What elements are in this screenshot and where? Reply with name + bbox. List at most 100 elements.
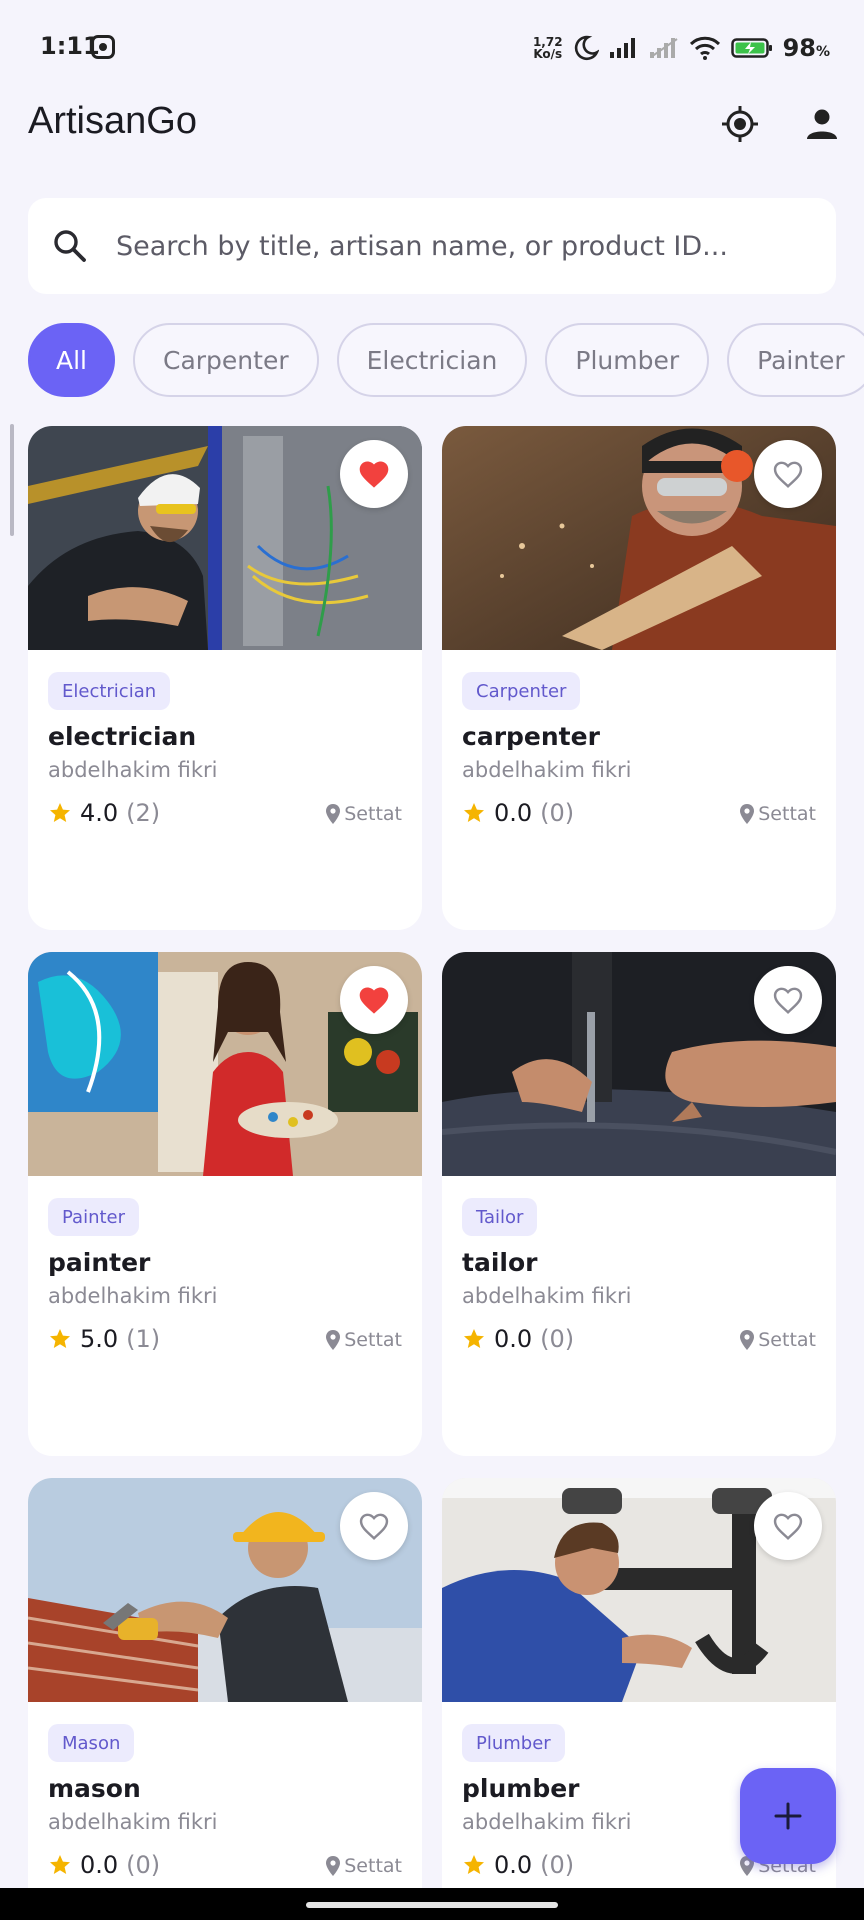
network-speed-unit: Ko/s [533, 47, 563, 61]
screen-record-icon [91, 35, 115, 59]
tailor-photo [442, 952, 836, 1176]
battery-percent: 98% [783, 34, 830, 62]
rating: 0.0 (0) [462, 1848, 574, 1882]
battery-percent-value: 98 [782, 34, 816, 62]
chip-plumber[interactable]: Plumber [545, 323, 710, 397]
plumber-photo [442, 1478, 836, 1702]
star-icon [48, 801, 72, 825]
favorite-button[interactable] [340, 440, 408, 508]
review-count: (0) [540, 1325, 575, 1353]
app-bar: ArtisanGo [0, 96, 864, 172]
search-bar[interactable] [28, 198, 836, 294]
search-input[interactable] [116, 230, 796, 262]
network-speed: 1,72 Ko/s [533, 36, 563, 60]
category-tag: Plumber [462, 1724, 565, 1762]
system-nav-bar [0, 1888, 864, 1920]
chip-electrician[interactable]: Electrician [336, 323, 528, 397]
signal-off-icon [649, 38, 678, 58]
category-tag: Tailor [462, 1198, 538, 1236]
rating: 5.0 (1) [48, 1322, 160, 1356]
location-text: Settat [344, 1329, 402, 1351]
battery-percent-unit: % [815, 44, 830, 60]
rating: 0.0 (0) [462, 1322, 574, 1356]
star-icon [462, 1327, 486, 1351]
rating-value: 0.0 [80, 1851, 119, 1879]
location: Settat [326, 1850, 402, 1882]
rating-value: 0.0 [494, 1325, 533, 1353]
location-pin-icon [326, 1856, 341, 1876]
service-card[interactable]: Mason mason abdelhakim fikri 0.0 (0) Set… [28, 1478, 422, 1920]
heart-outline-icon [773, 987, 803, 1014]
category-tag: Painter [48, 1198, 140, 1236]
favorite-button[interactable] [340, 1492, 408, 1560]
service-card[interactable]: Tailor tailor abdelhakim fikri 0.0 (0) S… [442, 952, 836, 1456]
signal-icon [609, 38, 635, 58]
rating-value: 0.0 [494, 1851, 533, 1879]
service-card[interactable]: Electrician electrician abdelhakim fikri… [28, 426, 422, 930]
heart-outline-icon [773, 461, 803, 488]
heart-filled-icon [359, 461, 389, 488]
scrollbar[interactable] [10, 424, 14, 536]
location: Settat [740, 798, 816, 830]
rating: 0.0 (0) [462, 796, 574, 830]
favorite-button[interactable] [754, 966, 822, 1034]
battery-icon [730, 38, 772, 58]
status-icons: 1,72 Ko/s 98% [533, 30, 830, 66]
search-icon [50, 226, 90, 266]
category-tag: Electrician [48, 672, 171, 710]
artisan-name: abdelhakim fikri [48, 1284, 218, 1308]
location: Settat [326, 798, 402, 830]
service-title: carpenter [462, 722, 600, 751]
category-tag: Mason [48, 1724, 135, 1762]
location-pin-icon [326, 1330, 341, 1350]
chip-all[interactable]: All [28, 323, 115, 397]
rating-value: 4.0 [80, 799, 119, 827]
profile-button[interactable] [794, 96, 850, 152]
category-tag: Carpenter [462, 672, 581, 710]
location-text: Settat [344, 803, 402, 825]
chip-carpenter[interactable]: Carpenter [133, 323, 319, 397]
location-text: Settat [758, 1329, 816, 1351]
service-title: electrician [48, 722, 197, 751]
review-count: (0) [126, 1851, 161, 1879]
category-filter-chips: All Carpenter Electrician Plumber Painte… [28, 323, 864, 399]
rating-value: 0.0 [494, 799, 533, 827]
star-icon [462, 1853, 486, 1877]
service-card[interactable]: Carpenter carpenter abdelhakim fikri 0.0… [442, 426, 836, 930]
favorite-button[interactable] [340, 966, 408, 1034]
artisan-name: abdelhakim fikri [462, 1284, 632, 1308]
moon-icon [574, 35, 599, 61]
mason-photo [28, 1478, 422, 1702]
location-button[interactable] [712, 96, 768, 152]
service-title: plumber [462, 1774, 580, 1803]
favorite-button[interactable] [754, 1492, 822, 1560]
painter-photo [28, 952, 422, 1176]
rating-value: 5.0 [80, 1325, 119, 1353]
add-button[interactable] [740, 1768, 836, 1864]
carpenter-photo [442, 426, 836, 650]
review-count: (0) [540, 799, 575, 827]
star-icon [462, 801, 486, 825]
location: Settat [740, 1324, 816, 1356]
location-text: Settat [758, 803, 816, 825]
location: Settat [326, 1324, 402, 1356]
rating: 4.0 (2) [48, 796, 160, 830]
status-bar: 1:11 1,72 Ko/s 98% [0, 0, 864, 96]
review-count: (0) [540, 1851, 575, 1879]
service-card[interactable]: Painter painter abdelhakim fikri 5.0 (1)… [28, 952, 422, 1456]
star-icon [48, 1327, 72, 1351]
service-title: painter [48, 1248, 151, 1277]
heart-outline-icon [359, 1513, 389, 1540]
chip-painter[interactable]: Painter [727, 323, 864, 397]
heart-filled-icon [359, 987, 389, 1014]
location-pin-icon [326, 804, 341, 824]
favorite-button[interactable] [754, 440, 822, 508]
app-title: ArtisanGo [28, 100, 197, 142]
my-location-icon [722, 106, 758, 142]
wifi-icon [689, 36, 720, 60]
artisan-name: abdelhakim fikri [462, 1810, 632, 1834]
home-gesture-handle[interactable] [306, 1902, 558, 1908]
location-pin-icon [740, 804, 755, 824]
service-grid: Electrician electrician abdelhakim fikri… [28, 426, 836, 1920]
service-title: mason [48, 1774, 141, 1803]
